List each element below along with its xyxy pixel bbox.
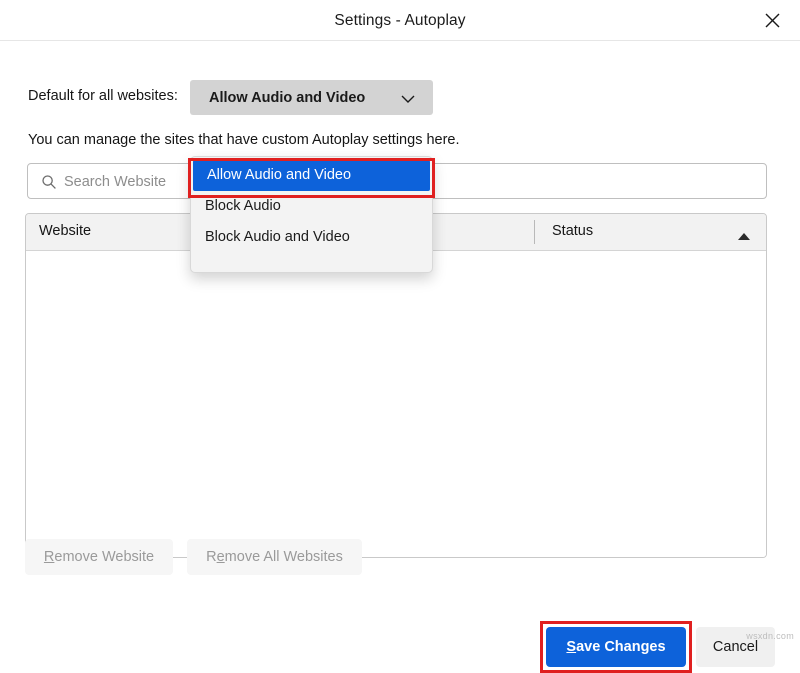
- default-setting-label: Default for all websites:: [28, 88, 178, 104]
- title-bar: Settings - Autoplay: [0, 0, 800, 41]
- save-changes-accesskey: S: [566, 639, 576, 655]
- remove-website-button[interactable]: Remove Website: [25, 539, 173, 575]
- autoplay-description: You can manage the sites that have custo…: [28, 132, 460, 148]
- window-title: Settings - Autoplay: [0, 12, 800, 30]
- close-window-button[interactable]: [752, 3, 792, 37]
- watermark: wsxdn.com: [746, 631, 794, 641]
- column-header-status[interactable]: Status: [552, 223, 593, 239]
- remove-all-prefix: R: [206, 549, 216, 565]
- remove-all-websites-button[interactable]: Remove All Websites: [187, 539, 362, 575]
- dropdown-option-allow-audio-and-video[interactable]: Allow Audio and Video: [193, 160, 430, 191]
- dropdown-option-block-audio-and-video[interactable]: Block Audio and Video: [191, 222, 432, 253]
- dropdown-option-block-audio[interactable]: Block Audio: [191, 191, 432, 222]
- sort-ascending-triangle-icon[interactable]: [738, 228, 750, 246]
- chevron-down-icon: [401, 91, 415, 109]
- column-header-website[interactable]: Website: [39, 223, 91, 239]
- save-changes-button[interactable]: Save Changes: [546, 627, 686, 667]
- save-changes-label: ave Changes: [576, 639, 665, 655]
- remove-website-label: emove Website: [54, 549, 154, 565]
- column-divider: [534, 220, 535, 244]
- close-x-icon: [764, 12, 781, 29]
- default-autoplay-select[interactable]: Allow Audio and Video: [190, 80, 433, 115]
- autoplay-dropdown-popup[interactable]: Allow Audio and Video Block Audio Block …: [190, 156, 433, 273]
- remove-website-accesskey: R: [44, 549, 54, 565]
- remove-all-accesskey: e: [217, 549, 225, 565]
- settings-content: Default for all websites: Allow Audio an…: [0, 41, 800, 645]
- search-icon: [41, 174, 57, 195]
- default-autoplay-select-value: Allow Audio and Video: [209, 90, 365, 106]
- default-setting-row: Default for all websites:: [28, 88, 178, 104]
- websites-table-body[interactable]: [26, 251, 766, 558]
- remove-all-label: move All Websites: [225, 549, 343, 565]
